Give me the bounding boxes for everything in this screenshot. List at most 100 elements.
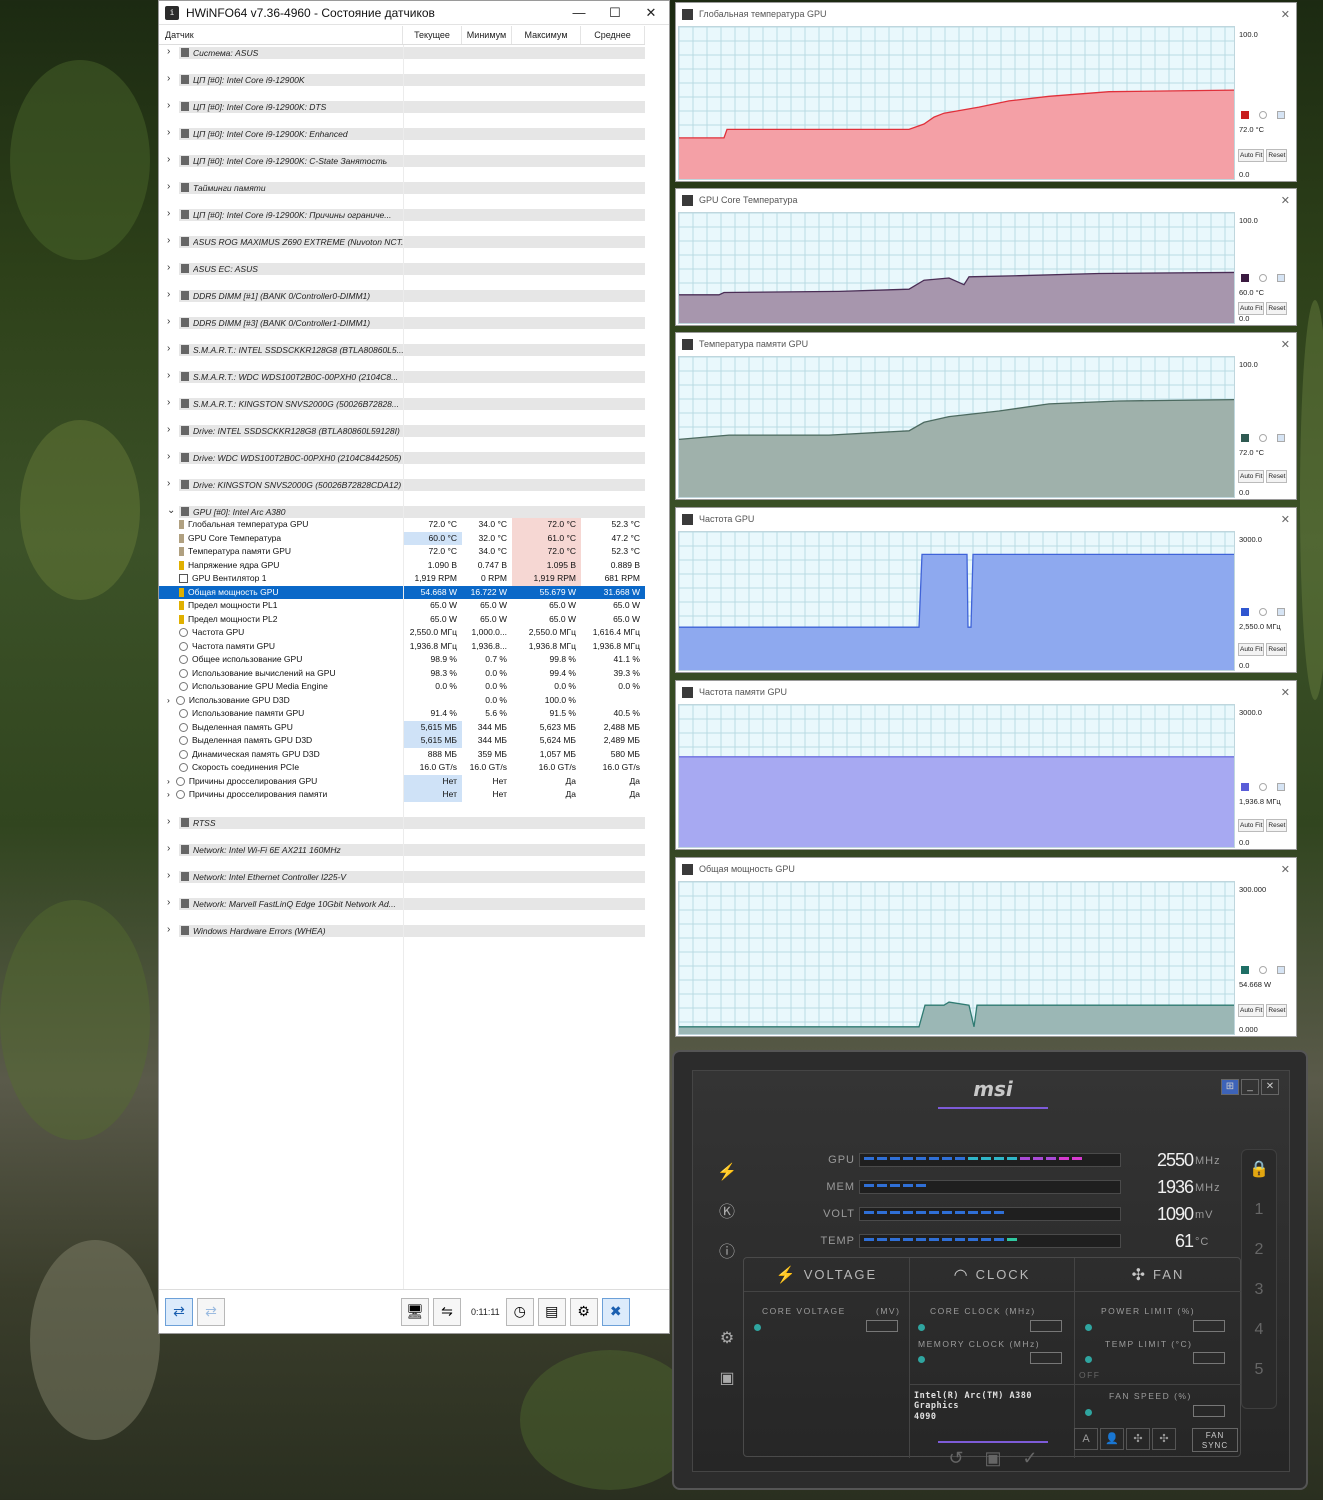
color-option[interactable] [1259, 608, 1267, 616]
column-header-average[interactable]: Среднее [581, 26, 645, 44]
expand-chevron-icon[interactable]: › [167, 100, 170, 111]
profile-1[interactable]: 1 [1242, 1190, 1276, 1230]
reset-button[interactable]: Reset [1266, 149, 1288, 162]
color-swatch[interactable] [1241, 434, 1249, 442]
column-header-maximum[interactable]: Максимум [512, 26, 581, 44]
sensor-group[interactable]: › ASUS ROG MAXIMUS Z690 EXTREME (Nuvoton … [159, 234, 645, 261]
close-icon[interactable]: ✕ [1281, 8, 1290, 21]
sensor-group[interactable]: › Network: Intel Wi-Fi 6E AX211 160MHz [159, 842, 645, 869]
memory-clock-slider[interactable] [918, 1356, 925, 1363]
reset-icon[interactable]: ↺ [948, 1448, 963, 1469]
report-icon[interactable]: 🖥 [401, 1297, 429, 1326]
close-icon[interactable]: ✕ [1281, 863, 1290, 876]
color-option[interactable] [1259, 274, 1267, 282]
color-option[interactable] [1277, 111, 1285, 119]
close-icon[interactable]: ✕ [1281, 194, 1290, 207]
color-option[interactable] [1277, 966, 1285, 974]
sensor-group[interactable]: › Network: Intel Ethernet Controller I225… [159, 869, 645, 896]
oc-scanner-icon[interactable]: ⚡ [715, 1161, 739, 1185]
auto-fit-button[interactable]: Auto Fit [1238, 819, 1265, 832]
color-option[interactable] [1259, 966, 1267, 974]
sensor-group[interactable]: › ЦП [#0]: Intel Core i9-12900K: Enhanced [159, 126, 645, 153]
sensor-row[interactable]: Частота памяти GPU 1,936.8 МГц 1,936.8... 1… [159, 640, 645, 654]
reset-button[interactable]: Reset [1266, 1004, 1288, 1017]
sensor-row[interactable]: Использование GPU Media Engine 0.0 % 0.0 %… [159, 680, 645, 694]
sensor-row[interactable]: GPU Вентилятор 1 1,919 RPM 0 RPM 1,919 RPM 6… [159, 572, 645, 586]
power-limit-slider[interactable] [1085, 1324, 1092, 1331]
color-option[interactable] [1277, 783, 1285, 791]
power-limit-input[interactable] [1193, 1320, 1225, 1332]
column-header-minimum[interactable]: Минимум [462, 26, 512, 44]
color-option[interactable] [1277, 434, 1285, 442]
profile-2[interactable]: 2 [1242, 1230, 1276, 1270]
sensor-row[interactable]: GPU Core Температура 60.0 °C 32.0 °C 61.0 °… [159, 531, 645, 545]
expand-chevron-icon[interactable]: › [167, 73, 170, 84]
expand-chevron-icon[interactable]: › [167, 316, 170, 327]
apply-icon[interactable]: ✓ [1022, 1448, 1037, 1469]
sensor-row[interactable]: Общее использование GPU 98.9 % 0.7 % 99.8 %… [159, 653, 645, 667]
fan-user-icon[interactable]: 👤 [1100, 1428, 1124, 1450]
profile-3[interactable]: 3 [1242, 1270, 1276, 1310]
kombustor-icon[interactable]: Ⓚ [715, 1201, 739, 1225]
sensor-row[interactable]: Предел мощности PL1 65.0 W 65.0 W 65.0 W 65.… [159, 599, 645, 613]
color-swatch[interactable] [1241, 966, 1249, 974]
sensor-group[interactable]: › ЦП [#0]: Intel Core i9-12900K: DTS [159, 99, 645, 126]
expand-chevron-icon[interactable]: › [167, 424, 170, 435]
temp-limit-input[interactable] [1193, 1352, 1225, 1364]
sensor-row[interactable]: Выделенная память GPU D3D 5,615 МБ 344 МБ 5… [159, 734, 645, 748]
column-header-sensor[interactable]: Датчик [159, 26, 403, 44]
auto-fit-button[interactable]: Auto Fit [1238, 149, 1265, 162]
auto-fit-button[interactable]: Auto Fit [1238, 643, 1265, 656]
sensor-group[interactable]: › S.M.A.R.T.: INTEL SSDSCKKR128G8 (BTLA80… [159, 342, 645, 369]
expand-chevron-icon[interactable]: › [167, 208, 170, 219]
sensor-group[interactable]: › Drive: WDC WDS100T2B0C-00PXH0 (2104C844… [159, 450, 645, 477]
reset-button[interactable]: Reset [1266, 470, 1288, 483]
expand-chevron-icon[interactable]: › [167, 289, 170, 300]
sensor-row[interactable]: Предел мощности PL2 65.0 W 65.0 W 65.0 W 65.… [159, 613, 645, 627]
sensor-group[interactable]: › ASUS EC: ASUS [159, 261, 645, 288]
expand-chevron-icon[interactable]: › [167, 343, 170, 354]
minimize-button[interactable]: _ [1241, 1079, 1259, 1095]
fan-auto-icon[interactable]: A [1074, 1428, 1098, 1450]
settings-icon[interactable]: ⚙ [715, 1327, 739, 1351]
core-voltage-slider[interactable] [754, 1324, 761, 1331]
sensor-group[interactable]: › DDR5 DIMM [#1] (BANK 0/Controller0-DIMM… [159, 288, 645, 315]
core-clock-input[interactable] [1030, 1320, 1062, 1332]
sensor-row[interactable]: Скорость соединения PCIe 16.0 GT/s 16.0 GT… [159, 761, 645, 775]
close-button[interactable]: ✕ [633, 5, 669, 21]
auto-fit-button[interactable]: Auto Fit [1238, 1004, 1265, 1017]
sensor-group[interactable]: › Drive: INTEL SSDSCKKR128G8 (BTLA80860L5… [159, 423, 645, 450]
expand-chevron-icon[interactable]: › [167, 897, 170, 908]
core-clock-slider[interactable] [918, 1324, 925, 1331]
monitor-icon[interactable]: ▣ [715, 1367, 739, 1391]
close-button[interactable]: ✕ [1261, 1079, 1279, 1095]
expand-chevron-icon[interactable]: › [167, 451, 170, 462]
color-option[interactable] [1277, 608, 1285, 616]
expand-chevron-icon[interactable]: › [167, 397, 170, 408]
color-option[interactable] [1277, 274, 1285, 282]
color-option[interactable] [1259, 111, 1267, 119]
expand-chevron-icon[interactable]: › [167, 181, 170, 192]
expand-chevron-icon[interactable]: › [167, 924, 170, 935]
memory-clock-input[interactable] [1030, 1352, 1062, 1364]
expand-chevron-icon[interactable]: › [167, 370, 170, 381]
sensor-row[interactable]: Выделенная память GPU 5,615 МБ 344 МБ 5,623… [159, 720, 645, 734]
expand-chevron-icon[interactable]: › [167, 46, 170, 57]
close-icon[interactable]: ✕ [1281, 513, 1290, 526]
expand-chevron-icon[interactable]: › [167, 154, 170, 165]
sensor-row[interactable]: › Причины дросселирования GPU Нет Нет Да Да [159, 774, 645, 788]
color-option[interactable] [1259, 783, 1267, 791]
sensor-group[interactable]: › Система: ASUS [159, 45, 645, 72]
core-voltage-input[interactable] [866, 1320, 898, 1332]
expand-chevron-icon[interactable]: › [167, 816, 170, 827]
expand-chevron-icon[interactable]: › [167, 235, 170, 246]
sensor-row[interactable]: Общая мощность GPU 54.668 W 16.722 W 55.679… [159, 585, 645, 599]
sensor-row[interactable]: Температура памяти GPU 72.0 °C 34.0 °C 72.0… [159, 545, 645, 559]
sensor-group[interactable]: › Drive: KINGSTON SNVS2000G (50026B72828C… [159, 477, 645, 504]
reset-button[interactable]: Reset [1266, 302, 1288, 315]
reset-button[interactable]: Reset [1266, 643, 1288, 656]
minimize-button[interactable]: — [561, 5, 597, 21]
fan-speed-input[interactable] [1193, 1405, 1225, 1417]
maximize-button[interactable]: ☐ [597, 5, 633, 21]
windows-icon[interactable]: ⊞ [1221, 1079, 1239, 1095]
